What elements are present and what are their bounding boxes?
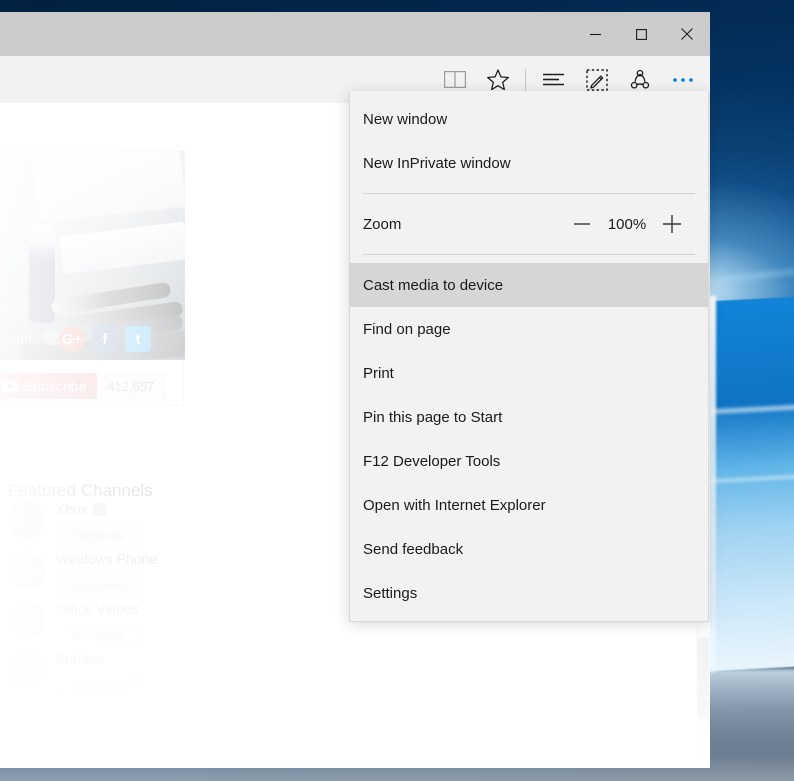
web-note-icon: [586, 69, 608, 91]
screen: ...ews.com G+ f t Subscribe 412,657 Feat…: [0, 0, 794, 781]
google-plus-icon[interactable]: G+: [59, 326, 85, 352]
close-icon: [681, 28, 693, 40]
menu-item-new-window[interactable]: New window: [350, 97, 708, 141]
zoom-in-button[interactable]: [658, 210, 686, 238]
subscriber-count: 412,657: [97, 373, 165, 399]
video-card[interactable]: ...ews.com G+ f t Subscribe 412,657: [0, 150, 184, 406]
maximize-icon: [636, 29, 647, 40]
social-share-buttons[interactable]: G+ f t: [59, 326, 151, 352]
minus-icon: [573, 215, 591, 233]
subscribe-button-label: Subscribe: [24, 378, 86, 394]
channel-avatar: [8, 551, 46, 589]
menu-item-open-with-internet-explorer[interactable]: Open with Internet Explorer: [350, 483, 708, 527]
subscribe-button[interactable]: Subscribe: [0, 373, 97, 399]
video-thumbnail[interactable]: ...ews.com G+ f t: [0, 151, 185, 360]
menu-item-send-feedback[interactable]: Send feedback: [350, 527, 708, 571]
menu-item-new-inprivate-window[interactable]: New InPrivate window: [350, 141, 708, 185]
channel-item[interactable]: Windows Phone Subscribe: [0, 551, 157, 598]
channel-name-row: Xbox ✓: [56, 501, 139, 517]
zoom-value: 100%: [606, 216, 648, 233]
video-domain-label: ...ews.com: [0, 330, 32, 346]
channel-name-row: Windows Phone: [56, 551, 157, 567]
menu-item-label: F12 Developer Tools: [363, 453, 500, 470]
channel-avatar: [8, 601, 46, 639]
share-icon: [629, 69, 651, 91]
menu-item-label: Pin this page to Start: [363, 409, 502, 426]
channel-subscribe-button[interactable]: Subscribe: [56, 674, 139, 698]
menu-item-label: Cast media to device: [363, 277, 503, 294]
zoom-label: Zoom: [363, 216, 401, 233]
window-controls: [572, 12, 710, 56]
menu-item-label: New InPrivate window: [363, 155, 511, 172]
menu-item-label: Settings: [363, 585, 417, 602]
menu-item-find-on-page[interactable]: Find on page: [350, 307, 708, 351]
hub-icon: [542, 72, 565, 87]
thumbnail-tube: [59, 221, 185, 274]
close-button[interactable]: [664, 12, 710, 56]
channel-subscribe-button[interactable]: Subscribe: [56, 524, 139, 548]
menu-item-print[interactable]: Print: [350, 351, 708, 395]
subscribe-row[interactable]: Subscribe 412,657: [0, 373, 165, 399]
toolbar-separator: [525, 69, 526, 91]
channel-item[interactable]: Office Videos Subscribe: [0, 601, 139, 648]
youtube-play-icon: [2, 381, 18, 392]
facebook-icon[interactable]: f: [92, 326, 118, 352]
thumbnail-paper: [29, 151, 185, 223]
channel-name-row: Office Videos: [56, 601, 139, 617]
channel-avatar: [8, 501, 46, 539]
twitter-icon[interactable]: t: [125, 326, 151, 352]
reading-view-icon: [444, 70, 466, 89]
channel-subscribe-button[interactable]: Subscribe: [56, 574, 139, 598]
verified-badge-icon: ✓: [93, 503, 106, 516]
minimize-icon: [590, 29, 601, 40]
menu-divider: [363, 193, 695, 194]
featured-channels-heading: Featured Channels: [8, 481, 153, 501]
menu-item-cast-media-to-device[interactable]: Cast media to device: [350, 263, 708, 307]
menu-item-label: Open with Internet Explorer: [363, 497, 546, 514]
more-menu-flyout: New window New InPrivate window Zoom 100…: [349, 91, 709, 622]
channel-item[interactable]: Xbox ✓ Subscribe: [0, 501, 139, 548]
zoom-controls: 100%: [568, 210, 686, 238]
menu-item-pin-this-page-to-start[interactable]: Pin this page to Start: [350, 395, 708, 439]
window-titlebar[interactable]: [0, 12, 710, 56]
maximize-button[interactable]: [618, 12, 664, 56]
channel-name: Office Videos: [56, 601, 139, 617]
zoom-out-button[interactable]: [568, 210, 596, 238]
windows-logo-pane: [712, 295, 794, 671]
menu-item-zoom: Zoom 100%: [350, 202, 708, 246]
menu-item-label: Find on page: [363, 321, 451, 338]
channel-name: Windows Phone: [56, 551, 157, 567]
plus-icon: [662, 214, 682, 234]
page-scrollbar-thumb[interactable]: [697, 637, 709, 719]
channel-avatar: [8, 651, 46, 689]
menu-item-label: Send feedback: [363, 541, 463, 558]
favorites-star-icon: [487, 69, 509, 90]
channel-name: Surface: [56, 651, 104, 667]
channel-name: Xbox: [56, 501, 88, 517]
channel-item[interactable]: Surface Subscribe: [0, 651, 139, 698]
menu-item-label: Print: [363, 365, 394, 382]
menu-item-label: New window: [363, 111, 447, 128]
more-ellipsis-icon: [672, 77, 694, 83]
channel-name-row: Surface: [56, 651, 139, 667]
minimize-button[interactable]: [572, 12, 618, 56]
menu-item-settings[interactable]: Settings: [350, 571, 708, 615]
menu-divider: [363, 254, 695, 255]
menu-item-f12-developer-tools[interactable]: F12 Developer Tools: [350, 439, 708, 483]
channel-subscribe-button[interactable]: Subscribe: [56, 624, 139, 648]
